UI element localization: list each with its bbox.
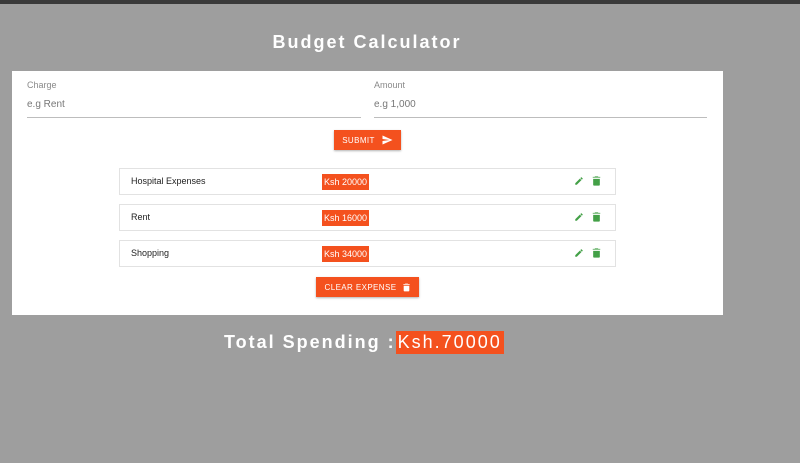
clear-expense-label: CLEAR EXPENSE	[324, 282, 397, 292]
edit-icon[interactable]	[574, 212, 584, 222]
expense-name: Hospital Expenses	[131, 176, 206, 186]
total-value: Ksh.70000	[395, 331, 504, 354]
delete-icon[interactable]	[592, 248, 601, 258]
edit-icon[interactable]	[574, 248, 584, 258]
page-title: Budget Calculator	[272, 32, 462, 52]
amount-label: Amount	[374, 80, 406, 90]
expense-item: Shopping Ksh 34000	[119, 240, 616, 267]
total-label: Total Spending :	[224, 332, 396, 352]
charge-label: Charge	[27, 80, 57, 90]
charge-field: Charge	[27, 80, 361, 118]
delete-icon	[403, 283, 411, 291]
amount-input[interactable]	[374, 97, 707, 111]
charge-input[interactable]	[27, 97, 361, 111]
budget-card: Charge Amount SUBMIT Hospital Expenses K…	[12, 71, 723, 315]
edit-icon[interactable]	[574, 176, 584, 186]
delete-icon[interactable]	[592, 212, 601, 222]
expense-amount: Ksh 34000	[322, 246, 370, 262]
clear-expense-button[interactable]: CLEAR EXPENSE	[316, 277, 419, 297]
delete-icon[interactable]	[592, 176, 601, 186]
amount-field: Amount	[374, 80, 707, 118]
expense-item: Hospital Expenses Ksh 20000	[119, 168, 616, 195]
expense-name: Rent	[131, 212, 151, 222]
total-spending: Total Spending : Ksh.70000	[224, 331, 504, 354]
expense-amount: Ksh 20000	[322, 174, 370, 190]
expense-amount: Ksh 16000	[322, 210, 370, 226]
submit-button[interactable]: SUBMIT	[334, 130, 401, 150]
submit-label: SUBMIT	[342, 135, 375, 145]
expense-item: Rent Ksh 16000	[119, 204, 616, 231]
top-bar	[0, 0, 800, 4]
send-icon	[382, 135, 393, 145]
expense-name: Shopping	[131, 248, 170, 258]
